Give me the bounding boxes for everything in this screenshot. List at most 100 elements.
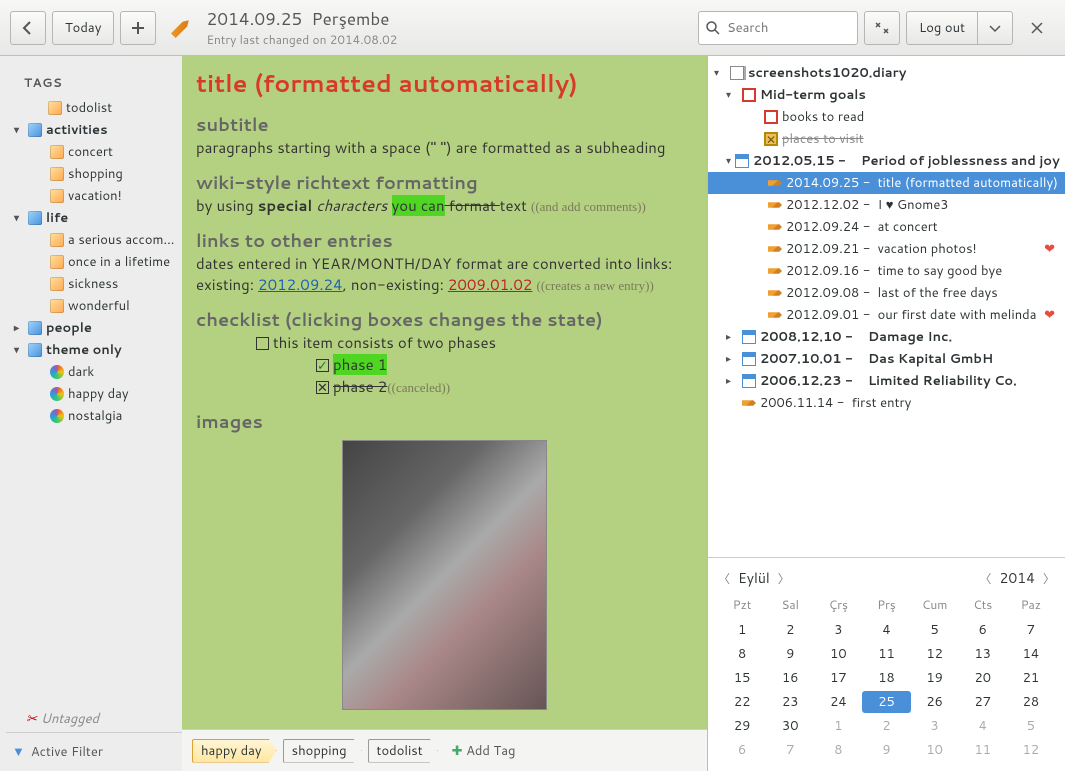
check-item-1[interactable]: this item consists of two phases — [196, 332, 693, 354]
tag-item[interactable]: sickness — [6, 273, 182, 295]
tag-item[interactable]: vacation! — [6, 185, 182, 207]
tree-entry[interactable]: 2012.09.08 - last of the free days — [708, 282, 1065, 304]
tree-collapsed[interactable]: ▸2008.12.10 - Damage Inc. — [708, 326, 1065, 348]
tag-item[interactable]: once in a lifetime — [6, 251, 182, 273]
tree-root[interactable]: ▾screenshots1020.diary — [708, 62, 1065, 84]
calendar-day[interactable]: 6 — [718, 739, 766, 761]
calendar-day[interactable]: 5 — [1007, 715, 1055, 737]
tree-entry[interactable]: 2012.09.21 - vacation photos!❤ — [708, 238, 1065, 260]
link-nonexisting[interactable]: 2009.01.02 — [448, 274, 533, 295]
tree-collapsed[interactable]: ▸2006.12.23 - Limited Reliability Co. — [708, 370, 1065, 392]
prev-month-button[interactable]: 〈 — [718, 570, 730, 587]
calendar-day[interactable]: 1 — [814, 715, 862, 737]
tag-item[interactable]: nostalgia — [6, 405, 182, 427]
next-year-button[interactable]: 〉 — [1043, 570, 1055, 587]
calendar-day[interactable]: 16 — [766, 667, 814, 689]
calendar-day[interactable]: 22 — [718, 691, 766, 713]
add-tag-button[interactable]: ✚ Add Tag — [452, 742, 516, 760]
link-existing[interactable]: 2012.09.24 — [258, 274, 343, 295]
tree-books[interactable]: books to read — [708, 106, 1065, 128]
check-item-3[interactable]: phase 2((canceled)) — [196, 376, 693, 398]
calendar-day[interactable]: 28 — [1007, 691, 1055, 713]
calendar-day[interactable]: 17 — [814, 667, 862, 689]
calendar-day[interactable]: 14 — [1007, 643, 1055, 665]
tree-entry[interactable]: 2012.09.01 - our first date with melinda… — [708, 304, 1065, 326]
tag-group-activities[interactable]: ▾activities — [6, 119, 182, 141]
calendar-day[interactable]: 6 — [959, 619, 1007, 641]
calendar-day[interactable]: 5 — [911, 619, 959, 641]
calendar-day[interactable]: 18 — [862, 667, 910, 689]
calendar-day[interactable]: 10 — [814, 643, 862, 665]
tag-group-todolist[interactable]: todolist — [6, 97, 182, 119]
tree-places[interactable]: places to visit — [708, 128, 1065, 150]
calendar-day[interactable]: 12 — [911, 643, 959, 665]
untagged-item[interactable]: ✂ Untagged — [6, 702, 182, 732]
tree-collapsed[interactable]: ▸2007.10.01 - Das Kapital GmbH — [708, 348, 1065, 370]
new-entry-button[interactable] — [120, 11, 156, 45]
tag-group-theme only[interactable]: ▾theme only — [6, 339, 182, 361]
prev-year-button[interactable]: 〈 — [979, 570, 991, 587]
editor[interactable]: title (formatted automatically) subtitle… — [182, 56, 707, 729]
calendar-day[interactable]: 1 — [718, 619, 766, 641]
checkbox-icon[interactable] — [256, 337, 269, 350]
calendar-day[interactable]: 15 — [718, 667, 766, 689]
tag-item[interactable]: happy day — [6, 383, 182, 405]
calendar-day[interactable]: 19 — [911, 667, 959, 689]
tree-entry[interactable]: 2012.09.24 - at concert — [708, 216, 1065, 238]
calendar-day[interactable]: 8 — [814, 739, 862, 761]
calendar-day[interactable]: 11 — [959, 739, 1007, 761]
close-button[interactable] — [1019, 11, 1055, 45]
calendar-day[interactable]: 12 — [1007, 739, 1055, 761]
calendar-day[interactable]: 2 — [862, 715, 910, 737]
tag-chip[interactable]: happy day — [192, 739, 277, 763]
checkbox-crossed-icon[interactable] — [316, 381, 329, 394]
check-item-2[interactable]: phase 1 — [196, 354, 693, 376]
calendar-day[interactable]: 4 — [959, 715, 1007, 737]
calendar-day[interactable]: 25 — [862, 691, 910, 713]
logout-menu-button[interactable] — [977, 11, 1013, 45]
tree-first[interactable]: 2006.11.14 - first entry — [708, 392, 1065, 414]
tree-entry[interactable]: 2012.09.16 - time to say good bye — [708, 260, 1065, 282]
calendar-day[interactable]: 10 — [911, 739, 959, 761]
today-button[interactable]: Today — [52, 11, 114, 45]
tree-entry[interactable]: 2012.12.02 - I ♥ Gnome3 — [708, 194, 1065, 216]
calendar-day[interactable]: 21 — [1007, 667, 1055, 689]
tag-item[interactable]: a serious accom... — [6, 229, 182, 251]
calendar-day[interactable]: 9 — [766, 643, 814, 665]
back-button[interactable] — [10, 11, 46, 45]
tree-period[interactable]: ▾2012.05.15 - Period of joblessness and … — [708, 150, 1065, 172]
tree-midterm[interactable]: ▾Mid-term goals — [708, 84, 1065, 106]
calendar-day[interactable]: 27 — [959, 691, 1007, 713]
calendar-day[interactable]: 26 — [911, 691, 959, 713]
tag-group-life[interactable]: ▾life — [6, 207, 182, 229]
calendar-day[interactable]: 2 — [766, 619, 814, 641]
next-month-button[interactable]: 〉 — [778, 570, 790, 587]
calendar-day[interactable]: 20 — [959, 667, 1007, 689]
calendar-day[interactable]: 4 — [862, 619, 910, 641]
search-input[interactable] — [698, 11, 858, 45]
active-filter[interactable]: ▼ Active Filter — [6, 732, 182, 771]
calendar-day[interactable]: 7 — [766, 739, 814, 761]
calendar-day[interactable]: 3 — [911, 715, 959, 737]
calendar-day[interactable]: 3 — [814, 619, 862, 641]
calendar-day[interactable]: 30 — [766, 715, 814, 737]
tag-item[interactable]: wonderful — [6, 295, 182, 317]
logout-button[interactable]: Log out — [906, 11, 978, 45]
calendar-day[interactable]: 29 — [718, 715, 766, 737]
calendar-day[interactable]: 24 — [814, 691, 862, 713]
tree-entry[interactable]: 2014.09.25 - title (formatted automatica… — [708, 172, 1065, 194]
tag-chip[interactable]: shopping — [283, 739, 362, 763]
settings-button[interactable] — [864, 11, 900, 45]
calendar-day[interactable]: 7 — [1007, 619, 1055, 641]
calendar-day[interactable]: 11 — [862, 643, 910, 665]
tag-item[interactable]: concert — [6, 141, 182, 163]
calendar-day[interactable]: 23 — [766, 691, 814, 713]
tag-chip[interactable]: todolist — [368, 739, 438, 763]
calendar-day[interactable]: 13 — [959, 643, 1007, 665]
calendar-day[interactable]: 8 — [718, 643, 766, 665]
checkbox-checked-icon[interactable] — [316, 359, 329, 372]
tag-group-people[interactable]: ▸people — [6, 317, 182, 339]
tag-item[interactable]: dark — [6, 361, 182, 383]
tag-item[interactable]: shopping — [6, 163, 182, 185]
calendar-day[interactable]: 9 — [862, 739, 910, 761]
